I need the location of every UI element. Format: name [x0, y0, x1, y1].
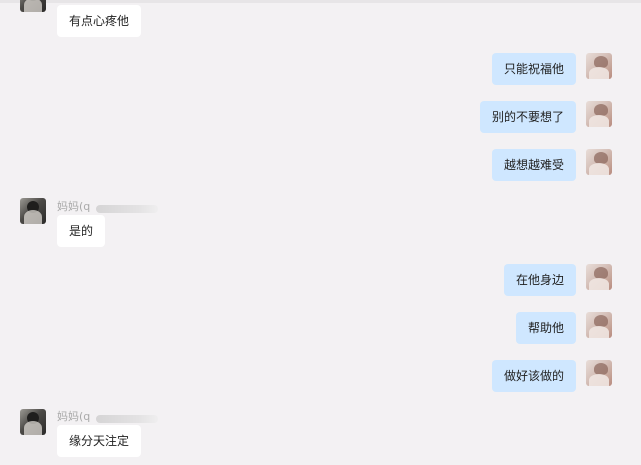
sender-name-redacted [96, 415, 158, 423]
chat-top-border [0, 0, 641, 3]
message-bubble[interactable]: 越想越难受 [491, 149, 576, 181]
message-bubble[interactable]: 帮助他 [515, 312, 576, 344]
message-bubble[interactable]: 在他身边 [503, 264, 576, 296]
chat-history: 有点心疼他 只能祝福他 别的不要想了 越想越难受 妈妈(q 是的 在他身边 帮助… [0, 0, 641, 465]
avatar[interactable] [586, 53, 612, 79]
message-bubble[interactable]: 缘分天注定 [57, 425, 142, 457]
message-bubble[interactable]: 只能祝福他 [491, 53, 576, 85]
avatar[interactable] [20, 198, 46, 224]
message-bubble[interactable]: 有点心疼他 [57, 5, 142, 37]
sender-name: 妈妈(q [57, 200, 91, 213]
avatar[interactable] [586, 149, 612, 175]
message-bubble[interactable]: 别的不要想了 [479, 101, 576, 133]
avatar[interactable] [20, 409, 46, 435]
message-bubble[interactable]: 是的 [57, 215, 106, 247]
avatar[interactable] [586, 312, 612, 338]
sender-name-redacted [96, 205, 158, 213]
avatar[interactable] [586, 360, 612, 386]
message-bubble[interactable]: 做好该做的 [491, 360, 576, 392]
avatar[interactable] [20, 0, 46, 12]
sender-name: 妈妈(q [57, 410, 91, 423]
avatar[interactable] [586, 101, 612, 127]
avatar[interactable] [586, 264, 612, 290]
